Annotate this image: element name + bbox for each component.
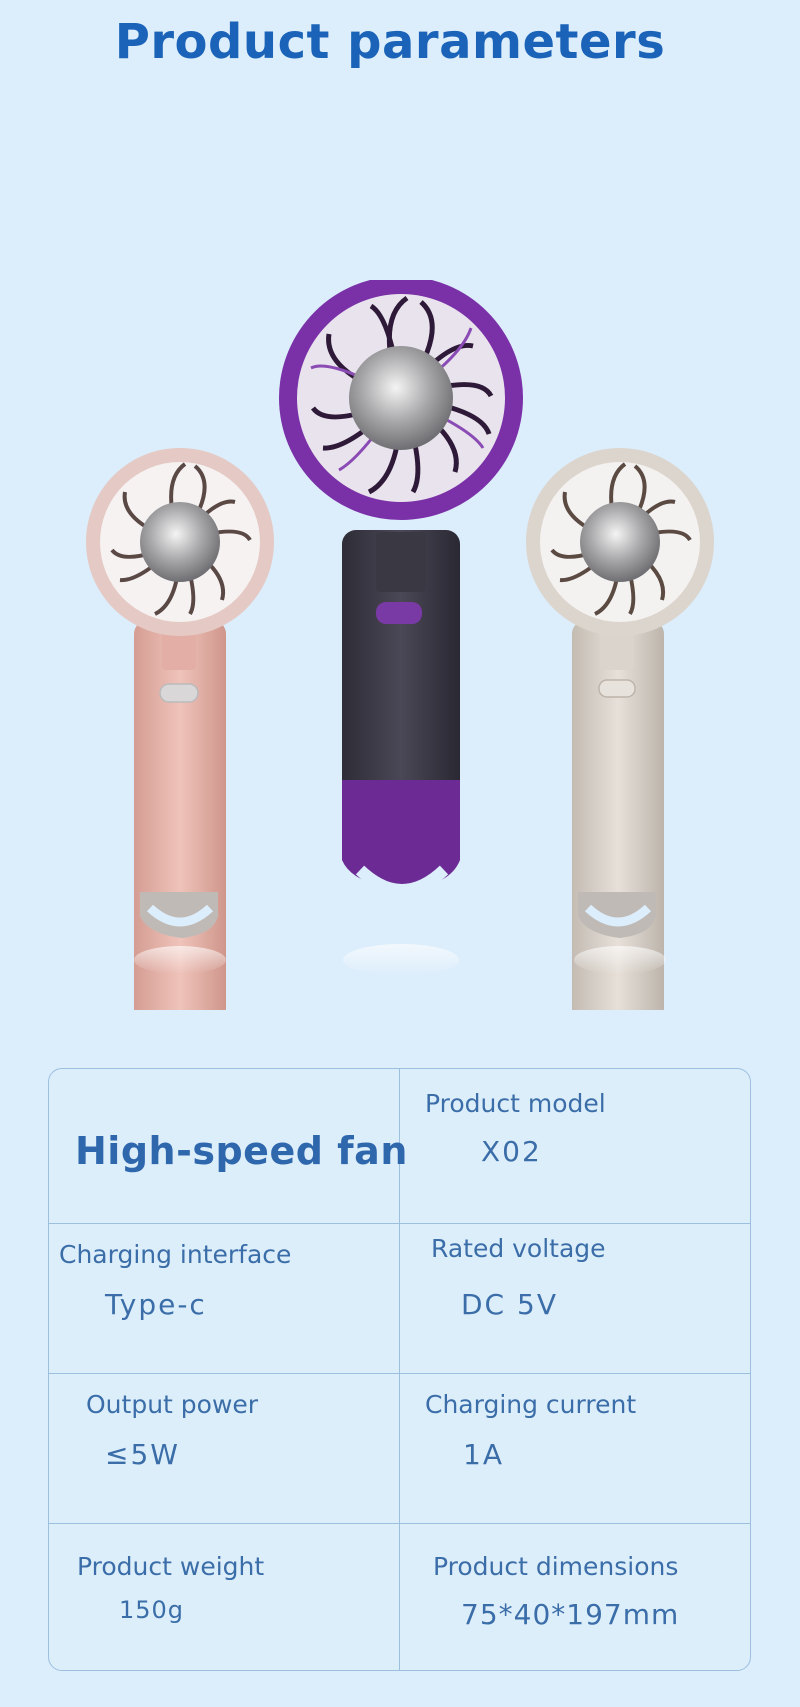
beige-fan-illustration <box>526 448 714 1010</box>
product-dimensions-value: 75*40*197mm <box>461 1598 680 1631</box>
output-power-label: Output power <box>86 1390 259 1419</box>
rated-voltage-value: DC 5V <box>461 1288 558 1321</box>
product-model-value: X02 <box>481 1135 542 1168</box>
rated-voltage-label: Rated voltage <box>431 1234 606 1263</box>
product-dimensions-label: Product dimensions <box>433 1552 679 1581</box>
page-title: Product parameters <box>114 14 666 70</box>
table-row: Charging interface Type-c Rated voltage … <box>49 1223 750 1374</box>
charging-interface-value: Type-c <box>105 1288 207 1321</box>
pink-fan-illustration <box>86 448 274 1010</box>
table-row: High-speed fan Product model X02 <box>49 1069 750 1223</box>
charging-interface-label: Charging interface <box>59 1240 292 1269</box>
purple-fan-illustration <box>279 280 523 976</box>
charging-current-value: 1A <box>463 1438 504 1471</box>
product-model-label: Product model <box>425 1089 606 1118</box>
product-weight-value: 150g <box>119 1596 185 1624</box>
product-image <box>86 280 714 1010</box>
charging-current-label: Charging current <box>425 1390 637 1419</box>
spec-table: High-speed fan Product model X02 Chargin… <box>48 1068 751 1671</box>
table-row: Output power ≤5W Charging current 1A <box>49 1373 750 1524</box>
product-weight-label: Product weight <box>77 1552 265 1581</box>
output-power-value: ≤5W <box>105 1438 180 1471</box>
highlight-feature: High-speed fan <box>75 1129 408 1173</box>
table-row: Product weight 150g Product dimensions 7… <box>49 1523 750 1670</box>
